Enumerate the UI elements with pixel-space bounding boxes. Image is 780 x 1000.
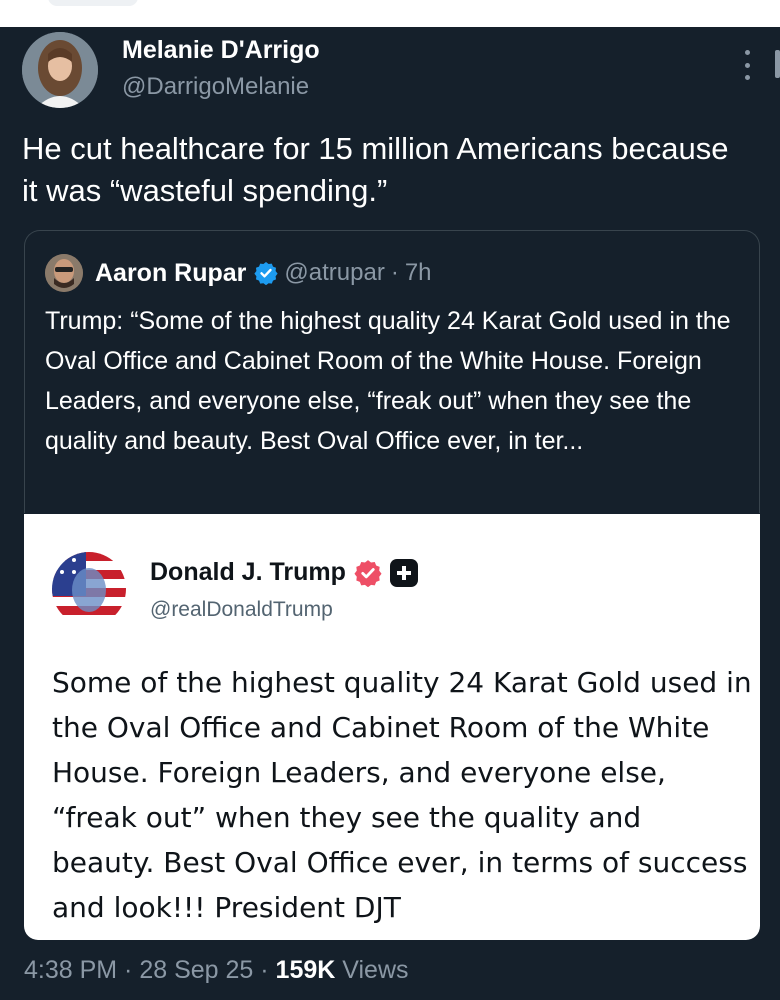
quote-timestamp[interactable]: 7h bbox=[405, 259, 432, 287]
tweet-date[interactable]: 28 Sep 25 bbox=[139, 956, 253, 984]
meta-separator: · bbox=[253, 956, 276, 984]
scrollbar[interactable] bbox=[775, 50, 780, 78]
quote-text: Trump: “Some of the highest quality 24 K… bbox=[45, 307, 731, 455]
quote-avatar[interactable] bbox=[45, 254, 83, 292]
author-handle[interactable]: @DarrigoMelanie bbox=[122, 73, 309, 101]
author-name[interactable]: Melanie D'Arrigo bbox=[122, 36, 320, 65]
embedded-post-text: Some of the highest quality 24 Karat Gol… bbox=[52, 666, 752, 924]
quote-author-name[interactable]: Aaron Rupar bbox=[95, 259, 246, 288]
tweet-meta: 4:38 PM · 28 Sep 25 · 159K Views bbox=[24, 956, 409, 985]
more-vertical-icon[interactable] bbox=[740, 50, 754, 80]
top-strip bbox=[0, 0, 780, 27]
verified-badge-icon bbox=[254, 262, 279, 285]
tweet-header: Melanie D'Arrigo @DarrigoMelanie bbox=[22, 32, 762, 112]
embedded-post-image[interactable]: Donald J. Trump @realDonaldTrump Some of… bbox=[24, 514, 760, 940]
views-count[interactable]: 159K bbox=[276, 956, 336, 984]
plus-icon bbox=[389, 558, 418, 587]
author-avatar[interactable] bbox=[22, 32, 98, 108]
embedded-author: Donald J. Trump bbox=[150, 558, 418, 587]
verified-badge-icon bbox=[354, 559, 382, 587]
quote-header: Aaron Rupar @atrupar · 7h bbox=[45, 253, 432, 293]
tweet-text: He cut healthcare for 15 million America… bbox=[22, 131, 729, 208]
embedded-author-handle: @realDonaldTrump bbox=[150, 598, 333, 621]
meta-separator: · bbox=[117, 956, 140, 984]
tweet-time[interactable]: 4:38 PM bbox=[24, 956, 117, 984]
views-label: Views bbox=[335, 956, 409, 984]
embedded-author-name: Donald J. Trump bbox=[150, 558, 346, 586]
embedded-avatar bbox=[52, 552, 126, 626]
quote-author-handle[interactable]: @atrupar bbox=[284, 259, 384, 287]
quoted-tweet[interactable]: Aaron Rupar @atrupar · 7h Trump: “Some o… bbox=[24, 230, 760, 513]
top-pill bbox=[48, 0, 138, 6]
separator-dot: · bbox=[390, 259, 399, 286]
